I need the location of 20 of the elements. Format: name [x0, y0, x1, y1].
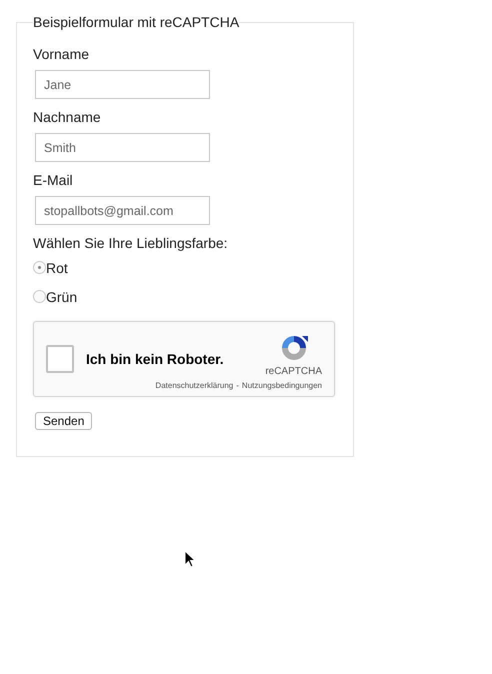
field-label: E-Mail [33, 172, 73, 188]
terms-link[interactable]: Nutzungsbedingungen [242, 381, 322, 390]
question-label: Wählen Sie Ihre Lieblingsfarbe: [33, 235, 228, 251]
form-title: Beispielformular mit reCAPTCHA [33, 14, 240, 30]
submit-button[interactable]: Senden [35, 412, 92, 430]
field-label: Vorname [33, 46, 90, 62]
captcha-checkbox[interactable] [46, 345, 74, 373]
captcha-label: Ich bin kein Roboter. [86, 351, 225, 367]
input-field[interactable]: Smith [35, 133, 210, 162]
privacy-link[interactable]: Datenschutzerklärung [155, 381, 234, 390]
radio-button[interactable] [33, 261, 46, 274]
captcha-brand: reCAPTCHA [265, 366, 322, 377]
input-field[interactable]: stopallbots@gmail.com [35, 196, 210, 225]
input-field[interactable]: Jane [35, 70, 210, 99]
radio-label: Rot [46, 260, 68, 276]
radio-label: Grün [46, 288, 78, 304]
separator-text: - [236, 381, 239, 390]
mouse-cursor-icon [184, 550, 196, 568]
radio-button[interactable] [33, 290, 46, 303]
field-label: Nachname [33, 109, 101, 125]
